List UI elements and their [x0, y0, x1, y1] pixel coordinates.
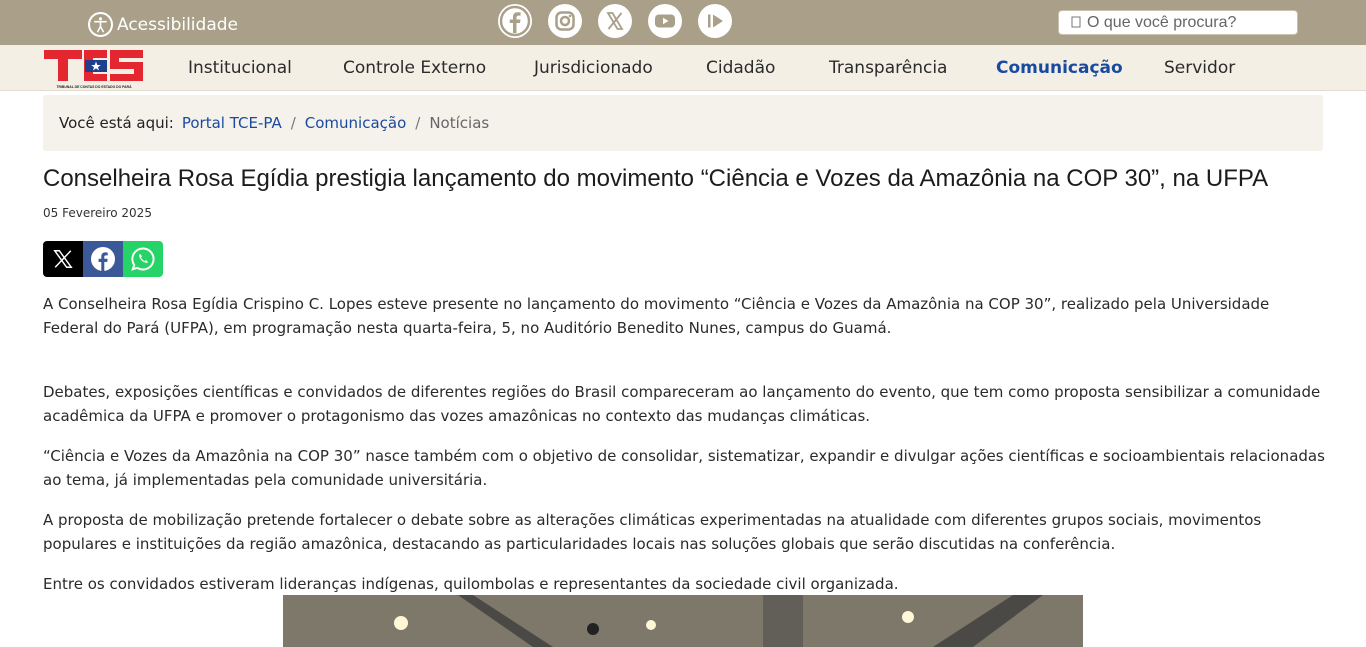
nav-item-comunicacao[interactable]: Comunicação — [996, 58, 1123, 78]
article-paragraph: A Conselheira Rosa Egídia Crispino C. Lo… — [43, 295, 1270, 337]
youtube-icon[interactable] — [648, 4, 682, 38]
breadcrumb-label: Você está aqui: — [59, 114, 174, 132]
nav-item-controle-externo[interactable]: Controle Externo — [343, 58, 486, 78]
accessibility-label: Acessibilidade — [117, 14, 238, 35]
facebook-icon[interactable] — [498, 4, 532, 38]
article-date: 05 Fevereiro 2025 — [43, 206, 152, 220]
article-body: A Conselheira Rosa Egídia Crispino C. Lo… — [43, 292, 1325, 612]
breadcrumb: Você está aqui: Portal TCE-PA / Comunica… — [43, 95, 1323, 151]
social-links — [498, 4, 732, 38]
whatsapp-icon — [131, 247, 155, 271]
nav-item-servidor[interactable]: Servidor — [1164, 58, 1235, 78]
breadcrumb-link-portal[interactable]: Portal TCE-PA — [182, 114, 282, 132]
top-bar: Acessibilidade — [0, 0, 1366, 45]
podcast-icon[interactable] — [698, 4, 732, 38]
share-buttons — [43, 241, 163, 277]
nav-menu: Institucional Controle Externo Jurisdici… — [0, 45, 1366, 91]
breadcrumb-separator: / — [415, 114, 421, 132]
instagram-icon[interactable] — [548, 4, 582, 38]
breadcrumb-separator: / — [290, 114, 296, 132]
main-navbar: TRIBUNAL DE CONTAS DO ESTADO DO PARÁ Ins… — [0, 45, 1366, 91]
nav-item-jurisdicionado[interactable]: Jurisdicionado — [534, 58, 653, 78]
breadcrumb-current: Notícias — [429, 114, 490, 132]
article-paragraph: A proposta de mobilização pretende forta… — [43, 511, 1262, 553]
nav-item-transparencia[interactable]: Transparência — [829, 58, 947, 78]
nav-item-institucional[interactable]: Institucional — [188, 58, 292, 78]
breadcrumb-link-comunicacao[interactable]: Comunicação — [305, 114, 407, 132]
share-whatsapp-button[interactable] — [123, 241, 163, 277]
article-photo — [283, 595, 1083, 647]
accessibility-link[interactable]: Acessibilidade — [88, 12, 238, 37]
facebook-icon — [91, 247, 115, 271]
x-icon[interactable] — [598, 4, 632, 38]
article-paragraph: Entre os convidados estiveram lideranças… — [43, 575, 899, 593]
article-paragraph: Debates, exposições científicas e convid… — [43, 383, 1321, 425]
search-input[interactable] — [1087, 13, 1287, 32]
share-x-button[interactable] — [43, 241, 83, 277]
article-title: Conselheira Rosa Egídia prestigia lançam… — [43, 165, 1269, 192]
share-facebook-button[interactable] — [83, 241, 123, 277]
x-icon — [53, 250, 73, 268]
nav-item-cidadao[interactable]: Cidadão — [706, 58, 775, 78]
search-icon — [1071, 16, 1081, 28]
accessibility-icon — [88, 12, 113, 37]
article-paragraph: “Ciência e Vozes da Amazônia na COP 30” … — [43, 447, 1325, 489]
search-box[interactable] — [1058, 10, 1298, 35]
